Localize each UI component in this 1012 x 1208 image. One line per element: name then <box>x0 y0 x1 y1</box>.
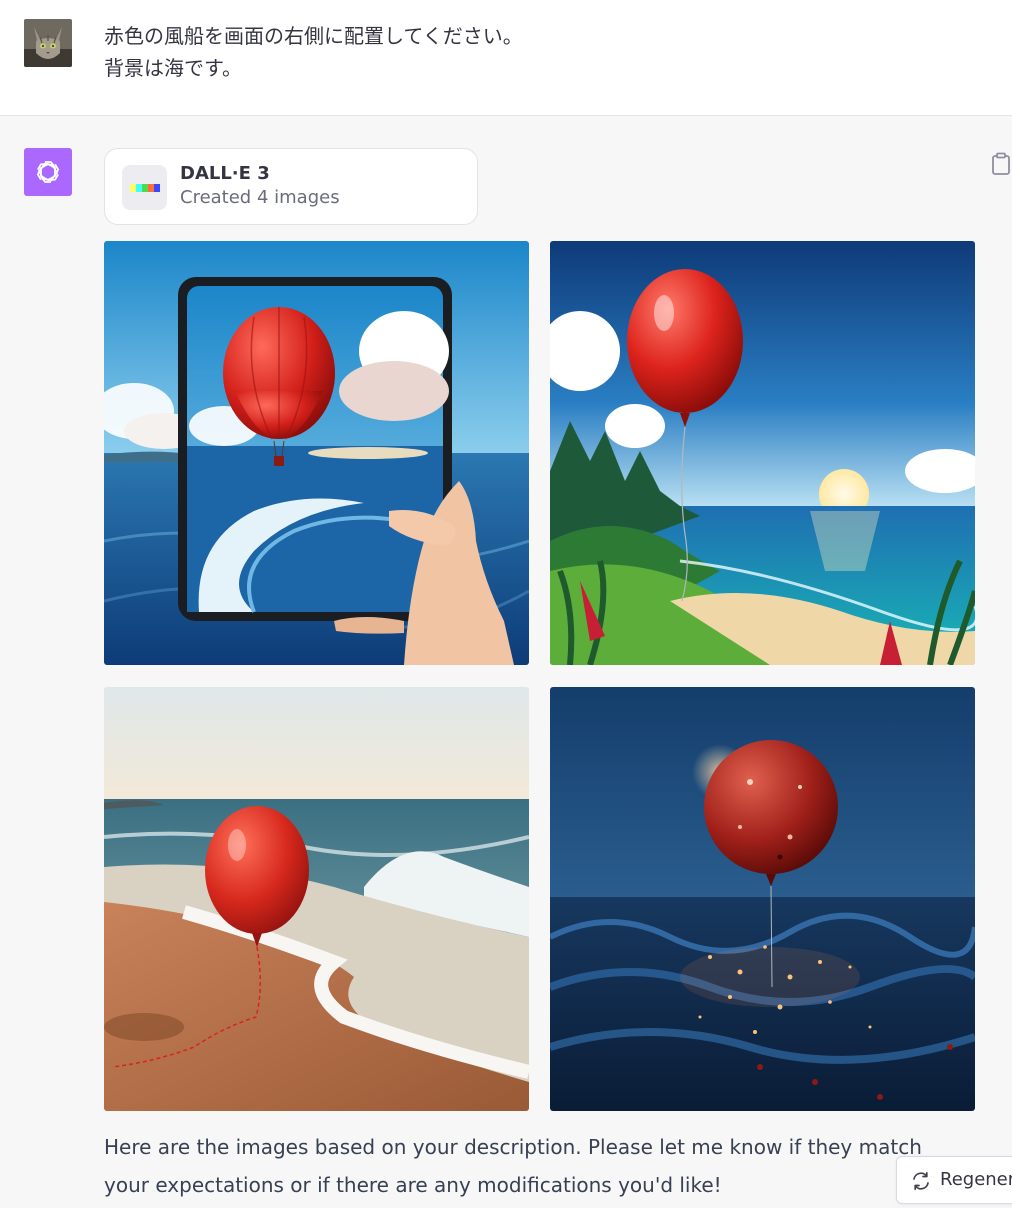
user-message-row: 赤色の風船を画面の右側に配置してください。 背景は海です。 <box>0 0 1012 116</box>
tool-title: DALL·E 3 <box>180 163 270 184</box>
regenerate-label: Regenera <box>940 1169 1012 1190</box>
copy-icon[interactable] <box>990 152 1012 176</box>
user-message-text: 赤色の風船を画面の右側に配置してください。 背景は海です。 <box>104 20 523 84</box>
user-avatar <box>24 19 72 67</box>
generated-image-2[interactable] <box>550 241 975 665</box>
dalle-thumbnail <box>122 165 167 210</box>
tool-subtitle: Created 4 images <box>180 187 340 208</box>
openai-logo-icon <box>36 161 60 183</box>
generated-image-1[interactable] <box>104 241 529 665</box>
generated-image-4[interactable] <box>550 687 975 1111</box>
dalle-tool-card[interactable]: DALL·E 3 Created 4 images <box>104 148 478 225</box>
user-message-line: 背景は海です。 <box>104 56 242 80</box>
assistant-avatar <box>24 148 72 196</box>
generated-image-3[interactable] <box>104 687 529 1111</box>
assistant-reply-text: Here are the images based on your descri… <box>104 1135 922 1197</box>
user-message-line: 赤色の風船を画面の右側に配置してください。 <box>104 24 523 48</box>
regenerate-button[interactable]: Regenera <box>896 1156 1012 1204</box>
refresh-icon <box>913 1171 929 1191</box>
